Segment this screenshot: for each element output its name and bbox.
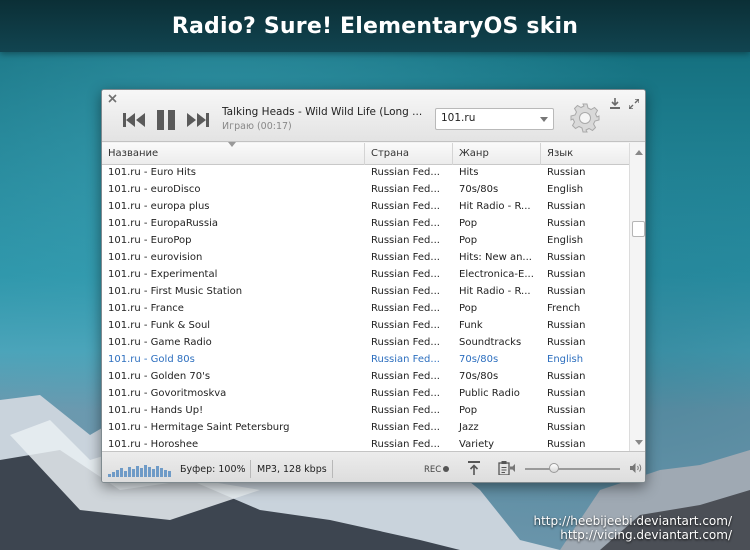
column-header-country[interactable]: Страна	[365, 143, 453, 165]
now-playing: Talking Heads - Wild Wild Life (Long ...…	[222, 106, 422, 132]
scroll-down-icon[interactable]	[635, 440, 643, 445]
table-row[interactable]: 101.ru - Hands Up! Russian Fed... Pop Russi…	[102, 403, 629, 420]
divider	[250, 460, 251, 478]
credit-link[interactable]: http://heebijeebi.deviantart.com/	[533, 514, 732, 528]
pause-icon[interactable]	[155, 109, 177, 131]
table-header: Название Страна Жанр Язык	[102, 142, 629, 165]
table-row[interactable]: 101.ru - eurovision Russian Fed... Hits: N…	[102, 250, 629, 267]
volume-knob[interactable]	[548, 463, 559, 473]
table-row[interactable]: 101.ru - Experimental Russian Fed... Elect…	[102, 267, 629, 284]
table-row[interactable]: 101.ru - Euro Hits Russian Fed... Hits Russ…	[102, 165, 629, 182]
scrollbar-thumb[interactable]	[632, 221, 645, 237]
table-body: 101.ru - Euro Hits Russian Fed... Hits Russ…	[102, 165, 629, 451]
close-icon[interactable]	[108, 94, 118, 104]
gear-icon[interactable]	[570, 103, 600, 133]
station-dropdown-value: 101.ru	[441, 112, 476, 124]
record-icon	[443, 466, 450, 472]
station-table: Название Страна Жанр Язык 101.ru - Euro …	[102, 142, 645, 451]
scroll-up-icon[interactable]	[635, 150, 643, 155]
credits: http://heebijeebi.deviantart.com/ http:/…	[533, 514, 732, 542]
divider	[332, 460, 333, 478]
table-row[interactable]: 101.ru - Golden 70's Russian Fed... 70s/80…	[102, 369, 629, 386]
table-row[interactable]: 101.ru - First Music Station Russian Fed.…	[102, 284, 629, 301]
table-row[interactable]: 101.ru - Game Radio Russian Fed... Soundtr…	[102, 335, 629, 352]
column-header-name[interactable]: Название	[102, 142, 365, 165]
playback-status: Играю (00:17)	[222, 121, 292, 132]
upload-icon[interactable]	[468, 461, 480, 475]
table-row[interactable]: 101.ru - Horoshee Russian Fed... Variety Ru…	[102, 437, 629, 451]
chevron-down-icon	[540, 117, 548, 122]
sort-indicator-icon	[228, 142, 236, 147]
volume-high-icon	[630, 463, 642, 473]
column-header-language[interactable]: Язык	[541, 143, 629, 165]
next-icon[interactable]	[185, 112, 209, 128]
radio-player-window: Talking Heads - Wild Wild Life (Long ...…	[101, 89, 646, 483]
toolbar: Talking Heads - Wild Wild Life (Long ...…	[102, 90, 645, 142]
record-button[interactable]: REC	[424, 465, 450, 475]
volume-slider[interactable]	[525, 468, 620, 470]
vertical-scrollbar[interactable]	[629, 143, 645, 451]
table-row[interactable]: 101.ru - europa plus Russian Fed... Hit Ra…	[102, 199, 629, 216]
transport-controls	[123, 109, 209, 131]
table-row[interactable]: 101.ru - EuropaRussia Russian Fed... Pop Ru…	[102, 216, 629, 233]
table-row[interactable]: 101.ru - EuroPop Russian Fed... Pop English	[102, 233, 629, 250]
table-row[interactable]: 101.ru - euroDisco Russian Fed... 70s/80s E…	[102, 182, 629, 199]
credit-link[interactable]: http://vicing.deviantart.com/	[533, 528, 732, 542]
banner-title: Radio? Sure! ElementaryOS skin	[171, 13, 579, 39]
volume-low-icon	[510, 464, 515, 472]
buffer-status: Буфер: 100%	[180, 464, 246, 475]
table-row[interactable]: 101.ru - Hermitage Saint Petersburg Russi…	[102, 420, 629, 437]
window-controls	[610, 94, 640, 110]
previous-icon[interactable]	[123, 112, 147, 128]
table-row-playing[interactable]: 101.ru - Gold 80s Russian Fed... 70s/80s En…	[102, 352, 629, 369]
status-bar: Буфер: 100% MP3, 128 kbps REC	[102, 451, 645, 482]
expand-icon[interactable]	[628, 94, 640, 110]
download-icon[interactable]	[610, 94, 620, 109]
table-row[interactable]: 101.ru - Govoritmoskva Russian Fed... Publ…	[102, 386, 629, 403]
stream-format: MP3, 128 kbps	[257, 464, 327, 475]
banner: Radio? Sure! ElementaryOS skin	[0, 0, 750, 52]
station-dropdown[interactable]: 101.ru	[435, 108, 554, 130]
table-row[interactable]: 101.ru - France Russian Fed... Pop French	[102, 301, 629, 318]
track-title: Talking Heads - Wild Wild Life (Long ...	[222, 106, 422, 118]
table-row[interactable]: 101.ru - Funk & Soul Russian Fed... Funk Ru…	[102, 318, 629, 335]
column-header-genre[interactable]: Жанр	[453, 143, 541, 165]
clipboard-icon[interactable]	[498, 461, 510, 475]
visualizer-icon	[108, 465, 171, 477]
